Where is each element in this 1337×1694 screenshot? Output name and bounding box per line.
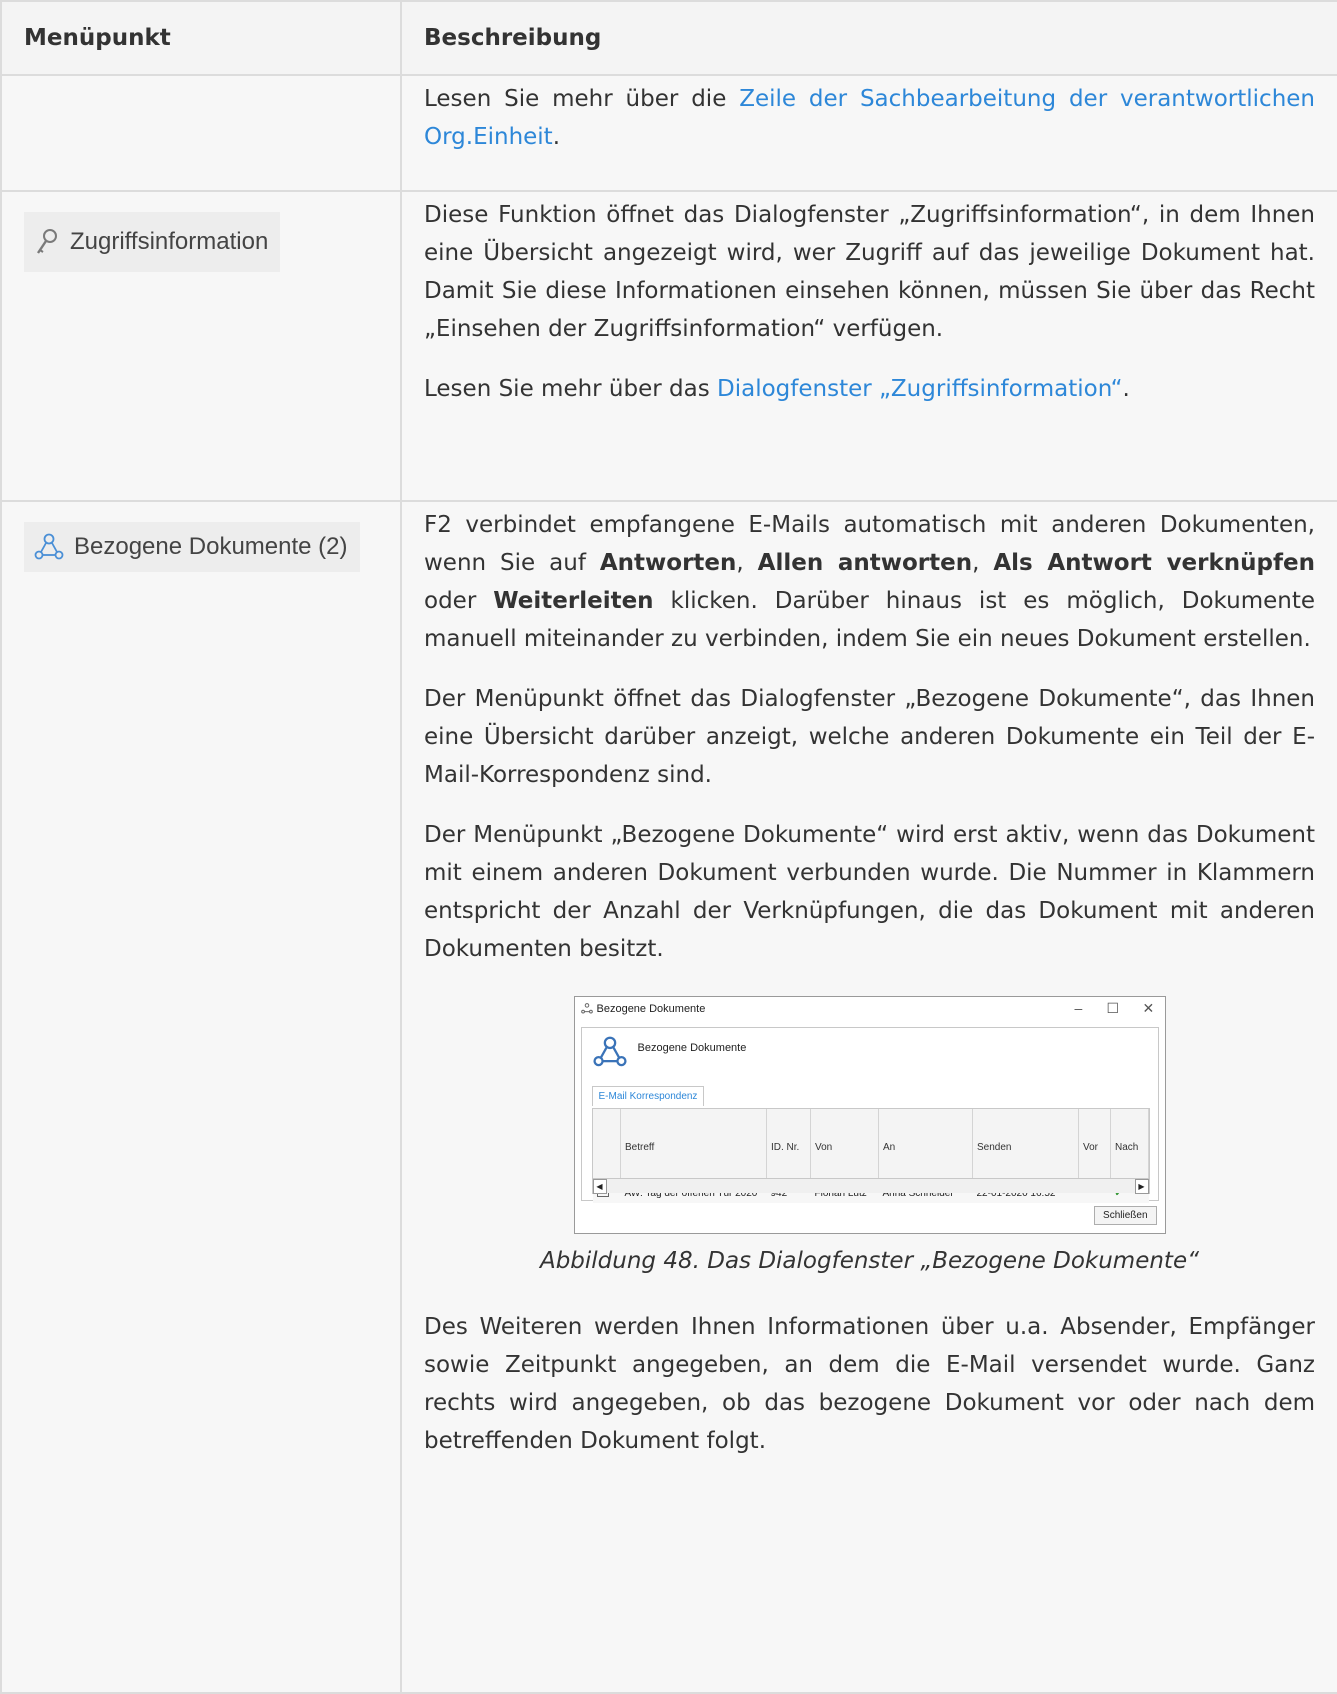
correspondence-grid: Betreff ID. Nr. Von An Senden Vor Nach A… [591, 1108, 1150, 1203]
dialog-title: Bezogene Dokumente [596, 1003, 706, 1015]
related-documents-icon [34, 533, 64, 560]
text-span: , [972, 550, 994, 576]
scroll-right-icon: ▶ [1134, 1179, 1149, 1194]
bold-term: Allen antworten [757, 550, 973, 576]
text-span: . [552, 124, 561, 150]
maximize-icon: ☐ [1106, 1000, 1120, 1016]
dialog-header-title: Bezogene Dokumente [637, 1042, 747, 1054]
key-icon [37, 229, 57, 254]
figure: Bezogene Dokumente – ☐ ✕ Bezogene Dokume… [424, 996, 1315, 1278]
description-paragraph: Der Menüpunkt öffnet das Dialogfenster „… [424, 686, 1315, 788]
dialog-titlebar: Bezogene Dokumente – ☐ ✕ [575, 997, 1165, 1021]
grid-header: Vor [1078, 1109, 1111, 1186]
description-paragraph: Lesen Sie mehr über die Zeile der Sachbe… [424, 80, 1315, 156]
menu-item-label: Bezogene Dokumente (2) [74, 533, 348, 560]
horizontal-scrollbar: ◀ ▶ [592, 1178, 1149, 1194]
table-row: Lesen Sie mehr über die Zeile der Sachbe… [0, 74, 1337, 192]
text-span: Lesen Sie mehr über die [424, 86, 740, 112]
dialog-screenshot: Bezogene Dokumente – ☐ ✕ Bezogene Dokume… [573, 996, 1166, 1234]
grid-header: ID. Nr. [766, 1109, 811, 1186]
menu-item-bezogene-dokumente[interactable]: Bezogene Dokumente (2) [24, 522, 360, 572]
dialog-body: Bezogene Dokumente E-Mail Korrespondenz [580, 1027, 1159, 1203]
tab-email-korrespondenz: E-Mail Korrespondenz [591, 1086, 705, 1106]
grid-header [592, 1109, 621, 1186]
close-button: Schließen [1094, 1206, 1157, 1225]
bold-term: Als Antwort verknüpfen [993, 550, 1315, 576]
description-paragraph: Des Weiteren werden Ihnen Informationen … [424, 1314, 1315, 1454]
description-paragraph: F2 verbindet empfangene E-Mails automati… [424, 506, 1315, 658]
grid-header: Betreff [620, 1109, 767, 1186]
menu-cell: Bezogene Dokumente (2) [0, 500, 402, 1694]
text-span: . [1122, 376, 1130, 402]
description-cell: F2 verbindet empfangene E-Mails automati… [400, 500, 1337, 1694]
column-header-beschreibung: Beschreibung [400, 0, 1337, 76]
menu-item-zugriffsinformation[interactable]: Zugriffsinformation [24, 212, 281, 272]
bold-term: Antworten [599, 550, 737, 576]
table-row: Bezogene Dokumente (2) F2 verbindet empf… [0, 500, 1337, 1694]
description-paragraph: Lesen Sie mehr über das Dialogfenster „Z… [424, 370, 1315, 408]
grid-header: Von [810, 1109, 879, 1186]
document-table: Menüpunkt Beschreibung Lesen Sie mehr üb… [0, 0, 1337, 1694]
table-header-row: Menüpunkt Beschreibung [0, 0, 1337, 76]
description-paragraph: Diese Funktion öffnet das Dialogfenster … [424, 202, 1315, 342]
text-span: Lesen Sie mehr über das [424, 376, 718, 402]
grid-header: Nach [1110, 1109, 1149, 1186]
close-icon: ✕ [1142, 1000, 1155, 1016]
minimize-icon: – [1074, 1000, 1083, 1016]
related-documents-icon [592, 1036, 627, 1067]
description-cell: Lesen Sie mehr über die Zeile der Sachbe… [400, 74, 1337, 192]
scroll-left-icon: ◀ [592, 1179, 607, 1194]
figure-caption: Abbildung 48. Das Dialogfenster „Bezogen… [539, 1248, 1200, 1274]
link-dialogfenster-zugriffsinformation[interactable]: Dialogfenster „Zugriffsinformation“ [717, 376, 1123, 402]
bold-term: Weiterleiten [493, 588, 654, 614]
menu-item-label: Zugriffsinformation [70, 228, 269, 255]
column-header-menupunkt: Menüpunkt [0, 0, 402, 76]
table-row: Zugriffsinformation Diese Funktion öffne… [0, 190, 1337, 502]
menu-cell-empty [0, 74, 402, 192]
grid-header: An [878, 1109, 973, 1186]
grid-header-row: Betreff ID. Nr. Von An Senden Vor Nach [592, 1109, 1149, 1186]
text-span: , [736, 550, 758, 576]
related-documents-icon [580, 1003, 593, 1014]
menu-cell: Zugriffsinformation [0, 190, 402, 502]
description-paragraph: Der Menüpunkt „Bezogene Dokumente“ wird … [424, 822, 1315, 962]
text-span: oder [424, 588, 494, 614]
description-cell: Diese Funktion öffnet das Dialogfenster … [400, 190, 1337, 502]
grid-header: Senden [972, 1109, 1079, 1186]
